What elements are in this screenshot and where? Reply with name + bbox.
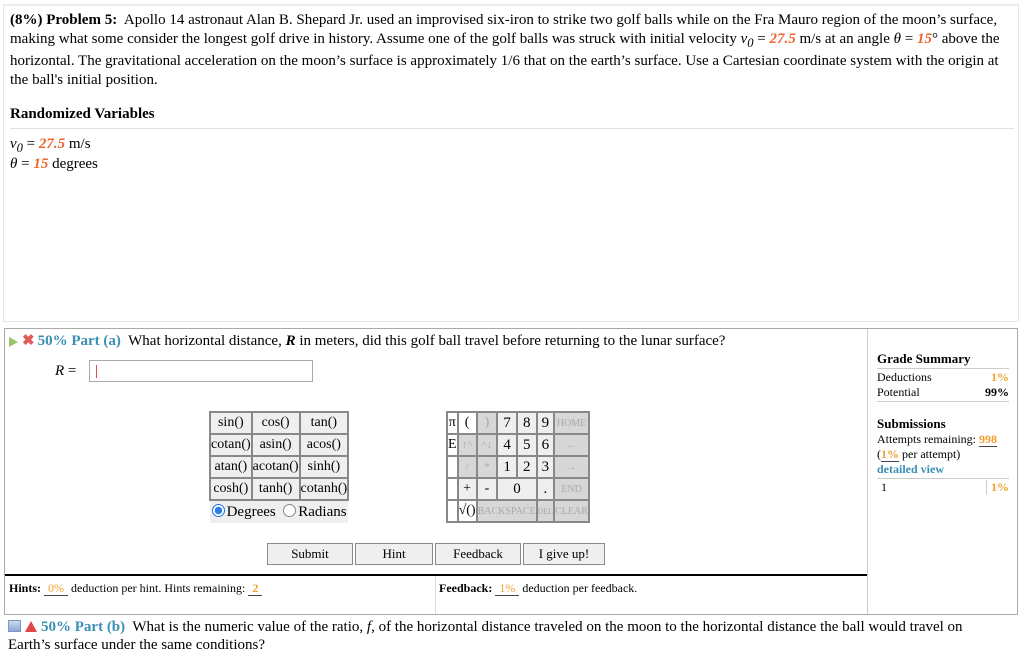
hint-button[interactable]: Hint	[355, 543, 433, 565]
key-plus[interactable]: +	[456, 477, 478, 501]
theta-value: 15	[916, 30, 932, 47]
key-cosh[interactable]: cosh()	[209, 477, 253, 501]
key-blank	[446, 477, 459, 501]
divider	[10, 128, 1014, 129]
submission-history-row: 1 1%	[881, 480, 1009, 495]
part-b-header: 50% Part (b) What is the numeric value o…	[8, 619, 963, 653]
problem-text: (8%) Problem 5: Apollo 14 astronaut Alan…	[10, 12, 1000, 88]
key-cos[interactable]: cos()	[250, 411, 301, 435]
key-close-paren[interactable]: )	[475, 411, 499, 435]
key-cotanh[interactable]: cotanh()	[298, 477, 350, 501]
key-clear[interactable]: CLEAR	[553, 499, 590, 523]
randomized-variables-heading: Randomized Variables	[10, 106, 155, 122]
divider	[5, 574, 867, 576]
key-open-paren[interactable]: (	[456, 411, 478, 435]
part-b-panel: 50% Part (b) What is the numeric value o…	[4, 615, 1018, 657]
key-cotan[interactable]: cotan()	[209, 433, 253, 457]
grade-summary-title: Grade Summary	[877, 351, 971, 366]
give-up-button[interactable]: I give up!	[523, 543, 605, 565]
key-acos[interactable]: acos()	[298, 433, 350, 457]
key-del[interactable]: DEL	[535, 499, 556, 523]
key-pi[interactable]: π	[446, 411, 459, 435]
rv-theta: θ = 15 degrees	[10, 156, 98, 172]
key-sqrt[interactable]: √()	[456, 499, 478, 523]
key-blank	[446, 455, 459, 479]
answer-input[interactable]	[89, 360, 313, 382]
potential-row: Potential 99%	[877, 385, 1009, 399]
key-2[interactable]: 2	[515, 455, 538, 479]
deductions-row: Deductions 1%	[877, 370, 1009, 384]
attempts-remaining: Attempts remaining: 998	[877, 432, 997, 447]
function-keypad: sin() cos() tan() cotan() asin() acos() …	[209, 411, 350, 523]
incorrect-x-icon: ✖	[22, 333, 35, 349]
numeric-keypad: π ( ) 7 8 9 HOME E ↑^ ^↓ 4 5 6 ← / * 1 2…	[446, 411, 590, 523]
key-5[interactable]: 5	[515, 433, 538, 457]
part-a-panel: ✖ 50% Part (a) What horizontal distance, …	[4, 328, 1018, 615]
feedback-button[interactable]: Feedback	[435, 543, 521, 565]
key-right[interactable]: →	[553, 455, 590, 479]
key-3[interactable]: 3	[535, 455, 556, 479]
key-minus[interactable]: -	[475, 477, 499, 501]
key-6[interactable]: 6	[535, 433, 556, 457]
answer-label: R =	[55, 363, 77, 379]
document-icon[interactable]	[8, 620, 21, 632]
key-backspace[interactable]: BACKSPACE	[475, 499, 538, 523]
key-1[interactable]: 1	[496, 455, 518, 479]
key-sin[interactable]: sin()	[209, 411, 253, 435]
key-atan[interactable]: atan()	[209, 455, 253, 479]
key-up[interactable]: ↑^	[456, 433, 478, 457]
v0-value: 27.5	[769, 30, 796, 47]
rv-v0: v0 = 27.5 m/s	[10, 136, 91, 155]
submit-button[interactable]: Submit	[267, 543, 353, 565]
degrees-radio[interactable]	[211, 503, 225, 517]
key-9[interactable]: 9	[535, 411, 556, 435]
divider	[867, 329, 868, 614]
angle-mode-group: Degrees Radians	[210, 499, 349, 523]
part-a-header: ✖ 50% Part (a) What horizontal distance, …	[9, 331, 725, 350]
key-4[interactable]: 4	[496, 433, 518, 457]
key-8[interactable]: 8	[515, 411, 538, 435]
detailed-view-link[interactable]: detailed view	[877, 462, 1009, 477]
key-acotan[interactable]: acotan()	[250, 455, 301, 479]
key-home[interactable]: HOME	[553, 411, 590, 435]
warning-icon	[25, 621, 37, 632]
radians-radio[interactable]	[283, 503, 297, 517]
per-attempt: (1% per attempt)	[877, 447, 961, 462]
key-e[interactable]: E	[446, 433, 459, 457]
key-divide[interactable]: /	[456, 455, 478, 479]
divider	[435, 576, 436, 614]
key-end[interactable]: END	[553, 477, 590, 501]
key-0[interactable]: 0	[496, 477, 538, 501]
key-7[interactable]: 7	[496, 411, 518, 435]
text-caret	[96, 365, 97, 378]
key-blank	[446, 499, 459, 523]
feedback-info: Feedback: 1% deduction per feedback.	[439, 581, 638, 596]
problem-weight: (8%)	[10, 12, 43, 28]
key-tan[interactable]: tan()	[298, 411, 350, 435]
submissions-title: Submissions	[877, 416, 946, 431]
key-down[interactable]: ^↓	[475, 433, 499, 457]
key-left[interactable]: ←	[553, 433, 590, 457]
expand-play-icon[interactable]	[9, 336, 18, 347]
key-asin[interactable]: asin()	[250, 433, 301, 457]
problem-statement-panel: (8%) Problem 5: Apollo 14 astronaut Alan…	[3, 4, 1019, 322]
problem-title: Problem 5:	[46, 12, 118, 28]
hints-info: Hints: 0% deduction per hint. Hints rema…	[9, 581, 263, 596]
key-multiply[interactable]: *	[475, 455, 499, 479]
key-sinh[interactable]: sinh()	[298, 455, 350, 479]
key-dot[interactable]: .	[535, 477, 556, 501]
key-tanh[interactable]: tanh()	[250, 477, 301, 501]
grade-summary: Grade Summary Deductions 1% Potential 99% …	[877, 351, 1009, 495]
